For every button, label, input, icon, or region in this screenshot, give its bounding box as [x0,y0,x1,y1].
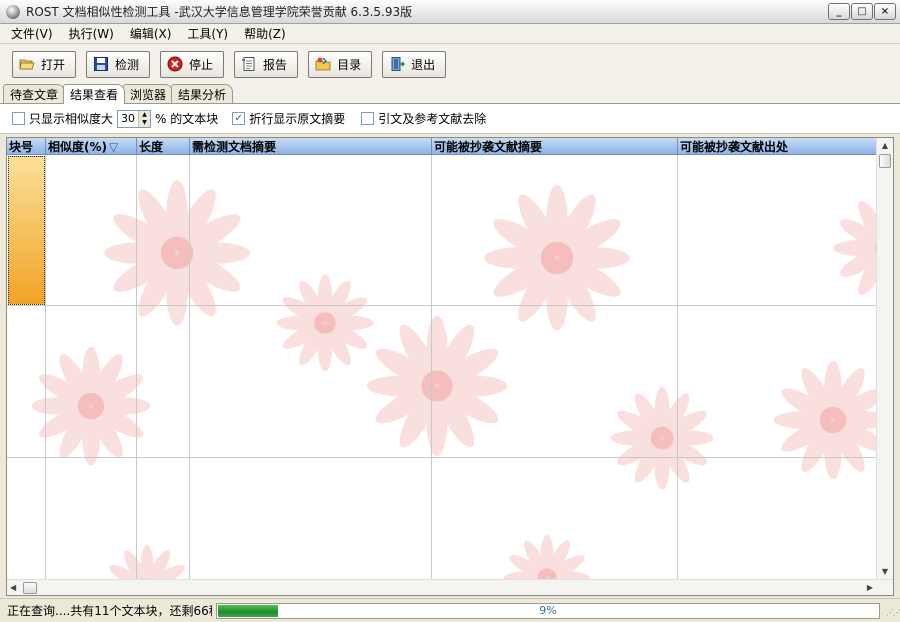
exit-button-label: 退出 [411,57,436,72]
flower-watermark [31,180,893,595]
column-header-similarity[interactable]: 相似度(%) ▽ [46,138,137,155]
scroll-right-icon[interactable]: ▶ [867,580,873,595]
column-header-document-abstract[interactable]: 需检测文档摘要 [190,138,432,155]
menu-file[interactable]: 文件(V) [8,25,56,42]
maximize-button[interactable]: □ [851,3,873,20]
vertical-scrollbar[interactable]: ▲ ▼ [876,138,893,580]
options-bar: 只显示相似度大 30 ▲ ▼ % 的文本块 ✓ 折行显示原文摘要 引文及参考文献… [0,104,900,134]
threshold-spinner[interactable]: 30 ▲ ▼ [117,109,152,128]
directory-button-label: 目录 [337,57,362,72]
floppy-disk-icon [94,57,109,71]
open-button-label: 打开 [41,57,66,72]
menu-tools[interactable]: 工具(Y) [184,25,231,42]
menu-execute[interactable]: 执行(W) [66,25,117,42]
scroll-left-icon[interactable]: ◀ [10,580,16,595]
directory-button[interactable]: 目录 [308,50,373,78]
column-divider [189,155,190,579]
tab-strip: 待查文章 结果查看 浏览器 结果分析 [0,84,900,104]
column-header-source-abstract[interactable]: 可能被抄袭文献摘要 [432,138,678,155]
selected-cell[interactable] [8,156,45,305]
window-title: ROST 文档相似性检测工具 -武汉大学信息管理学院荣誉贡献 6.3.5.93版 [26,5,413,19]
toolbar: 打开 检测 停止 报告 目录 退出 [0,44,900,84]
progress-bar: 9% [216,602,880,619]
report-button-label: 报告 [263,57,288,72]
scroll-up-icon[interactable]: ▲ [877,138,893,154]
minimize-button[interactable]: _ [828,3,850,20]
stop-button-label: 停止 [189,57,214,72]
sort-descending-icon: ▽ [109,139,119,154]
tab-result-analysis[interactable]: 结果分析 [171,84,234,103]
horizontal-scrollbar[interactable]: ◀ ▶ [7,579,893,595]
remove-references-label: 引文及参考文献去除 [378,112,487,126]
menu-bar: 文件(V) 执行(W) 编辑(X) 工具(Y) 帮助(Z) [0,24,900,44]
window-controls: _ □ × [828,3,896,20]
threshold-value[interactable]: 30 [118,112,138,125]
title-bar: ROST 文档相似性检测工具 -武汉大学信息管理学院荣誉贡献 6.3.5.93版… [0,0,900,24]
only-show-label: 只显示相似度大 [29,112,114,126]
column-divider [45,155,46,579]
resize-grip-icon[interactable]: ⋰⋰ [886,608,900,618]
column-divider [677,155,678,579]
report-button[interactable]: 报告 [234,50,299,78]
close-button[interactable]: × [874,3,896,20]
menu-edit[interactable]: 编辑(X) [127,25,175,42]
grid-header: 块号 相似度(%) ▽ 长度 需检测文档摘要 可能被抄袭文献摘要 可能被抄袭文献… [7,138,877,155]
column-header-similarity-label: 相似度(%) [48,140,107,154]
status-text: 正在查询....共有11个文本块，还剩66秒 [7,604,212,618]
folder-open-icon [19,59,35,70]
column-divider [431,155,432,579]
column-header-length[interactable]: 长度 [137,138,190,155]
tab-browser[interactable]: 浏览器 [123,84,174,103]
horizontal-scroll-thumb[interactable] [23,582,37,594]
wrap-text-label: 折行显示原文摘要 [249,112,346,126]
status-bar: 正在查询....共有11个文本块，还剩66秒 9% ⋰⋰ [0,598,900,622]
menu-help[interactable]: 帮助(Z) [241,25,289,42]
stop-icon [167,56,183,72]
directory-icon [315,57,331,71]
remove-references-checkbox[interactable] [361,112,375,125]
exit-door-icon [391,57,406,71]
tab-results-view[interactable]: 结果查看 [63,84,126,104]
app-icon [6,4,20,19]
only-show-checkbox[interactable] [12,112,25,125]
detect-button[interactable]: 检测 [86,50,151,78]
spin-down-icon[interactable]: ▼ [139,118,151,127]
scroll-down-icon[interactable]: ▼ [877,564,893,580]
threshold-arrows[interactable]: ▲ ▼ [138,110,151,127]
open-button[interactable]: 打开 [12,50,77,78]
spin-up-icon[interactable]: ▲ [139,110,151,119]
row-divider [7,305,877,306]
column-divider [136,155,137,579]
results-grid[interactable]: 块号 相似度(%) ▽ 长度 需检测文档摘要 可能被抄袭文献摘要 可能被抄袭文献… [6,137,894,596]
detect-button-label: 检测 [115,57,140,72]
column-header-block-no[interactable]: 块号 [7,138,46,155]
progress-label: 9% [539,603,557,617]
stop-button[interactable]: 停止 [160,50,225,78]
vertical-scroll-thumb[interactable] [879,154,891,168]
report-document-icon [242,57,255,71]
wrap-text-checkbox[interactable]: ✓ [232,112,246,125]
exit-button[interactable]: 退出 [382,50,447,78]
column-header-source-origin[interactable]: 可能被抄袭文献出处 [678,138,877,155]
row-divider [7,457,877,458]
threshold-suffix: % 的文本块 [155,112,219,126]
tab-pending-articles[interactable]: 待查文章 [3,84,66,103]
